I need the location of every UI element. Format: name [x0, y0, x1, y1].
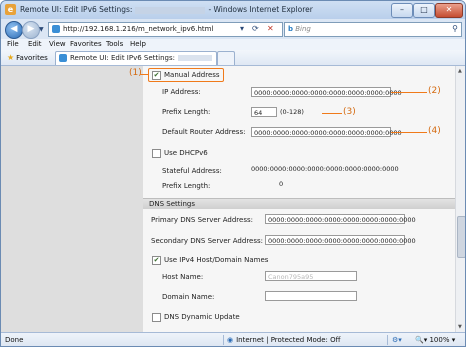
- stateful-prefix-label: Prefix Length:: [162, 182, 211, 190]
- address-dropdown-icon[interactable]: ▾: [240, 24, 244, 33]
- domain-name-field[interactable]: [265, 291, 357, 301]
- callout-1: (1): [129, 68, 142, 78]
- zoom-control[interactable]: 🔍▾ 100% ▾: [415, 336, 455, 344]
- menu-bar: File Edit View Favorites Tools Help: [1, 39, 465, 50]
- ip-address-label: IP Address:: [162, 88, 201, 96]
- tab-redacted: [178, 55, 212, 61]
- prefix-length-hint: (0-128): [280, 108, 304, 116]
- window-title: Remote UI: Edit IPv6 Settings: - Windows …: [20, 5, 313, 14]
- minimize-button[interactable]: –: [391, 3, 413, 18]
- refresh-icon[interactable]: ⟳: [252, 24, 259, 33]
- menu-help[interactable]: Help: [130, 40, 146, 48]
- dns-settings-header: DNS Settings: [143, 198, 455, 209]
- favorites-star-icon: ★: [7, 53, 15, 62]
- search-placeholder: Bing: [295, 25, 311, 33]
- title-prefix: Remote UI: Edit IPv6 Settings:: [20, 5, 133, 14]
- tab-label: Remote UI: Edit IPv6 Settings:: [70, 54, 175, 62]
- host-name-label: Host Name:: [162, 273, 204, 281]
- url-text: http://192.168.1.216/m_network_ipv6.html: [63, 25, 214, 33]
- stateful-address-value: 0000:0000:0000:0000:0000:0000:0000:0000: [251, 165, 399, 173]
- bing-icon: b Bing: [288, 25, 311, 33]
- callout-2: (2): [428, 86, 441, 96]
- browser-window: e Remote UI: Edit IPv6 Settings: - Window…: [0, 0, 466, 347]
- new-tab-button[interactable]: [217, 51, 235, 65]
- use-ipv4-host-checkbox[interactable]: ✔: [152, 256, 161, 265]
- menu-view[interactable]: View: [49, 40, 66, 48]
- security-zone[interactable]: ◉ Internet | Protected Mode: Off: [227, 336, 340, 344]
- callout-3-leader: [322, 113, 342, 114]
- dns-dynamic-update-label: DNS Dynamic Update: [164, 313, 240, 321]
- manual-address-checkbox[interactable]: ✔: [152, 71, 161, 80]
- favorites-button[interactable]: ★ Favorites: [7, 53, 48, 62]
- primary-dns-label: Primary DNS Server Address:: [151, 216, 253, 224]
- scroll-thumb[interactable]: [457, 216, 465, 258]
- zoom-level: 100%: [429, 336, 450, 344]
- address-bar[interactable]: http://192.168.1.216/m_network_ipv6.html…: [48, 22, 283, 37]
- search-input[interactable]: b Bing ⚲: [284, 22, 462, 37]
- callout-4-leader: [391, 132, 427, 133]
- globe-icon: ◉: [227, 336, 234, 344]
- menu-favorites[interactable]: Favorites: [70, 40, 102, 48]
- status-separator: [223, 335, 224, 345]
- callout-3: (3): [343, 107, 356, 117]
- use-dhcpv6-checkbox[interactable]: [152, 149, 161, 158]
- address-row: ◀ ▶ ▼ http://192.168.1.216/m_network_ipv…: [1, 19, 465, 39]
- primary-dns-field[interactable]: 0000:0000:0000:0000:0000:0000:0000:0000: [265, 214, 416, 224]
- host-name-field[interactable]: Canon795a95: [265, 271, 357, 281]
- ip-address-field[interactable]: 0000:0000:0000:0000:0000:0000:0000:0000: [251, 87, 402, 97]
- scroll-down-icon[interactable]: ▼: [458, 324, 462, 330]
- status-text: Done: [5, 336, 24, 344]
- manual-address-label: Manual Address: [164, 71, 220, 79]
- app-icon: e: [5, 4, 16, 15]
- callout-1-leader: [140, 74, 148, 75]
- use-ipv4-host-label: Use IPv4 Host/Domain Names: [164, 256, 269, 264]
- title-redacted: [135, 6, 206, 14]
- secondary-dns-label: Secondary DNS Server Address:: [151, 237, 264, 245]
- status-separator: [387, 335, 388, 345]
- default-router-label: Default Router Address:: [162, 128, 246, 136]
- default-router-field[interactable]: 0000:0000:0000:0000:0000:0000:0000:0000: [251, 127, 402, 137]
- page-content: ✔ Manual Address IP Address: 0000:0000:0…: [1, 66, 465, 332]
- stop-icon[interactable]: ✕: [267, 24, 274, 33]
- close-button[interactable]: ✕: [435, 3, 463, 18]
- favorites-bar: ★ Favorites Remote UI: Edit IPv6 Settings…: [1, 50, 465, 66]
- menu-tools[interactable]: Tools: [106, 40, 123, 48]
- favorites-label: Favorites: [16, 54, 48, 62]
- menu-edit[interactable]: Edit: [28, 40, 42, 48]
- scroll-up-icon[interactable]: ▲: [458, 68, 462, 74]
- tab-remote-ui[interactable]: Remote UI: Edit IPv6 Settings:: [55, 51, 217, 65]
- favicon: [52, 25, 60, 33]
- back-icon[interactable]: ◀: [5, 21, 23, 39]
- history-dropdown-icon[interactable]: ▼: [39, 26, 44, 33]
- settings-panel: ✔ Manual Address IP Address: 0000:0000:0…: [143, 66, 455, 332]
- menu-file[interactable]: File: [7, 40, 19, 48]
- use-dhcpv6-label: Use DHCPv6: [164, 149, 208, 157]
- security-zone-label: Internet | Protected Mode: Off: [236, 336, 341, 344]
- left-pane: [1, 66, 143, 332]
- status-bar: Done ◉ Internet | Protected Mode: Off ⚙▾ …: [1, 332, 465, 346]
- maximize-button[interactable]: □: [413, 3, 435, 18]
- stateful-prefix-value: 0: [279, 180, 284, 188]
- title-suffix: - Windows Internet Explorer: [208, 5, 313, 14]
- stateful-address-label: Stateful Address:: [162, 167, 222, 175]
- vertical-scrollbar[interactable]: ▲ ▼: [455, 66, 465, 332]
- tab-favicon: [59, 54, 67, 62]
- title-bar: e Remote UI: Edit IPv6 Settings: - Window…: [1, 1, 465, 19]
- search-icon[interactable]: ⚲: [452, 24, 458, 33]
- dns-dynamic-update-checkbox[interactable]: [152, 313, 161, 322]
- prefix-length-label: Prefix Length:: [162, 108, 211, 116]
- forward-icon[interactable]: ▶: [22, 21, 40, 39]
- protected-mode-icon[interactable]: ⚙▾: [392, 336, 402, 344]
- callout-2-leader: [391, 92, 427, 93]
- domain-name-label: Domain Name:: [162, 293, 215, 301]
- prefix-length-field[interactable]: 64: [251, 107, 277, 117]
- callout-4: (4): [428, 126, 441, 136]
- secondary-dns-field[interactable]: 0000:0000:0000:0000:0000:0000:0000:0000: [265, 235, 416, 245]
